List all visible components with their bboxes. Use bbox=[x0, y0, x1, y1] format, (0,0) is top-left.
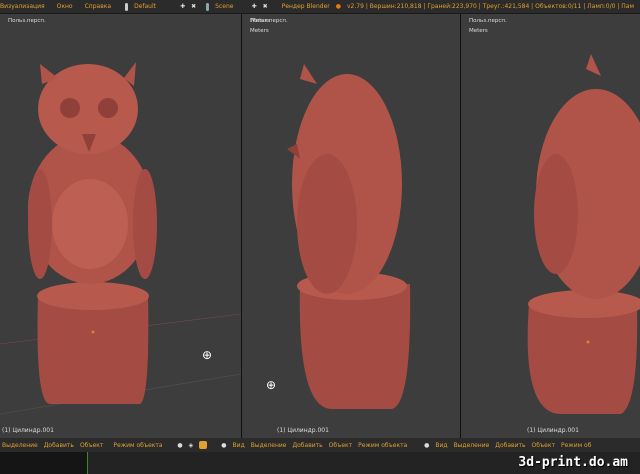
object-label: (1) Цилиндр.001 bbox=[2, 427, 54, 434]
object-label: (1) Цилиндр.001 bbox=[277, 427, 329, 434]
blender-logo-icon: ● bbox=[335, 3, 341, 10]
pivot-icon[interactable]: ◈ bbox=[189, 442, 194, 449]
mode-select[interactable]: Режим объекта bbox=[113, 442, 171, 449]
scene-stats: v2.79 | Вершин:210,818 | Граней:223,970 … bbox=[347, 3, 634, 10]
render-engine-select[interactable]: Рендер Blender bbox=[282, 3, 330, 10]
viewport-angle[interactable]: Польз.персп. Meters (1) Цилиндр.001 bbox=[461, 14, 640, 438]
mode-select[interactable]: Режим объекта bbox=[358, 442, 418, 449]
shading-icon[interactable]: ● bbox=[177, 442, 182, 449]
menu-add[interactable]: Добавить bbox=[44, 442, 74, 449]
mode-select[interactable]: Режим об bbox=[561, 442, 591, 449]
current-frame-line[interactable] bbox=[87, 452, 88, 474]
3d-cursor-icon[interactable]: ⊕ bbox=[202, 348, 212, 362]
viewport-headers: Выделение Добавить Объект Режим объекта … bbox=[0, 438, 640, 452]
viewport-front[interactable]: Польз.персп. (1) Цилиндр.001 ⊕ bbox=[0, 14, 241, 438]
scene-selector[interactable]: Scene bbox=[215, 3, 245, 10]
close-layout-icon[interactable]: ✖ bbox=[191, 3, 196, 10]
menu-window[interactable]: Окно bbox=[57, 3, 73, 10]
menu-select[interactable]: Выделение bbox=[2, 442, 38, 449]
units-label: Meters bbox=[250, 28, 269, 34]
timeline-panel bbox=[0, 452, 87, 474]
menu-view[interactable]: Вид bbox=[435, 442, 447, 449]
owl-model-side bbox=[287, 64, 411, 409]
menu-object[interactable]: Объект bbox=[80, 442, 103, 449]
shading-icon-3[interactable]: ● bbox=[424, 442, 429, 449]
view-label: Польз.персп. bbox=[8, 18, 46, 24]
close-scene-icon[interactable]: ✖ bbox=[263, 3, 268, 10]
menu-add[interactable]: Добавить bbox=[292, 442, 322, 449]
info-header: Визуализация Окно Справка Default ✚ ✖ Sc… bbox=[0, 0, 640, 14]
menu-add[interactable]: Добавить bbox=[495, 442, 525, 449]
menu-render[interactable]: Визуализация bbox=[0, 3, 45, 10]
menu-object[interactable]: Объект bbox=[532, 442, 555, 449]
view-label: Meters bbox=[251, 18, 270, 24]
add-layout-icon[interactable]: ✚ bbox=[180, 3, 185, 10]
layout-selector[interactable]: Default bbox=[134, 3, 174, 10]
viewport-side[interactable]: Польз.персп. Meters (1) Цилиндр.001 ⊕ bbox=[242, 14, 460, 438]
object-label: (1) Цилиндр.001 bbox=[527, 427, 579, 434]
menu-select[interactable]: Выделение bbox=[454, 442, 490, 449]
shading-icon-2[interactable]: ● bbox=[221, 442, 226, 449]
menu-view[interactable]: Вид bbox=[233, 442, 245, 449]
watermark: 3d-print.do.am bbox=[518, 455, 628, 470]
menu-select[interactable]: Выделение bbox=[251, 442, 287, 449]
layout-icon[interactable] bbox=[125, 2, 129, 11]
view-label: Польз.персп. bbox=[469, 18, 507, 24]
menu-object[interactable]: Объект bbox=[329, 442, 352, 449]
scene-icon[interactable] bbox=[206, 2, 210, 11]
manipulator-icon[interactable] bbox=[199, 441, 208, 449]
units-label: Meters bbox=[469, 28, 488, 34]
menu-help[interactable]: Справка bbox=[85, 3, 111, 10]
add-scene-icon[interactable]: ✚ bbox=[252, 3, 257, 10]
owl-model-front bbox=[0, 62, 241, 415]
owl-model-angle bbox=[527, 54, 640, 414]
3d-cursor-icon[interactable]: ⊕ bbox=[266, 378, 276, 392]
